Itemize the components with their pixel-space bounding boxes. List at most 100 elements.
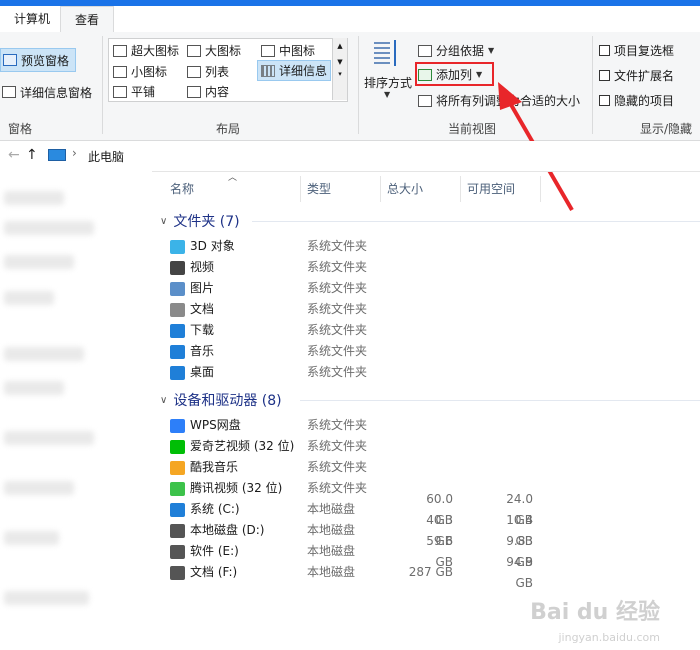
column-header-total-size[interactable]: 总大小: [387, 175, 423, 203]
layout-tiles[interactable]: 平铺: [113, 83, 155, 100]
item-type: 系统文件夹: [307, 323, 368, 337]
item-name-cell: 视频: [170, 257, 307, 278]
details-pane-button[interactable]: 详细信息窗格: [2, 82, 92, 102]
group-by-button[interactable]: 分组依据 ▼: [418, 42, 494, 59]
fit-columns-icon: [418, 94, 432, 107]
layout-gallery-scrollbar[interactable]: ▲ ▼ ▾: [332, 38, 347, 100]
hidden-items-toggle[interactable]: 隐藏的项目: [599, 92, 674, 109]
list-icon: [187, 65, 201, 78]
item-name-cell: 软件 (E:): [170, 541, 307, 562]
item-type: 系统文件夹: [307, 365, 368, 379]
tab-computer[interactable]: 计算机: [0, 6, 64, 32]
item-name-cell: 系统 (C:): [170, 499, 307, 520]
gallery-more-icon[interactable]: ▾: [333, 70, 347, 78]
item-name-cell: 腾讯视频 (32 位): [170, 478, 307, 499]
list-item[interactable]: 文档 系统文件夹: [170, 299, 570, 320]
collapse-chevron-icon[interactable]: ∨: [160, 395, 167, 406]
group-header-title: 文件夹 (7): [173, 214, 240, 230]
show-hide-group-label: 显示/隐藏: [640, 122, 693, 136]
column-header-free-space[interactable]: 可用空间: [467, 175, 515, 203]
iqiyi-icon: [170, 439, 185, 454]
list-item[interactable]: 音乐 系统文件夹: [170, 341, 570, 362]
windows-drive-icon: [170, 502, 185, 517]
item-name: 文档 (F:): [190, 565, 238, 579]
group-separator: [592, 36, 593, 134]
item-type: 系统文件夹: [307, 344, 368, 358]
download-arrow-icon: [170, 323, 185, 338]
item-type: 系统文件夹: [307, 460, 368, 474]
item-name-cell: 本地磁盘 (D:): [170, 520, 307, 541]
group-separator: [358, 36, 359, 134]
list-item[interactable]: 文档 (F:) 本地磁盘 287 GB 94.9 GB: [170, 555, 570, 590]
item-name: 腾讯视频 (32 位): [190, 481, 283, 495]
picture-icon: [170, 281, 185, 296]
document-icon: [170, 302, 185, 317]
column-header-name[interactable]: 名称: [170, 175, 194, 203]
item-name: 图片: [190, 281, 215, 295]
details-pane-label: 详细信息窗格: [20, 85, 93, 100]
list-item[interactable]: 下载 系统文件夹: [170, 320, 570, 341]
layout-content[interactable]: 内容: [187, 83, 229, 100]
list-item[interactable]: 图片 系统文件夹: [170, 278, 570, 299]
list-item[interactable]: WPS网盘 系统文件夹: [170, 415, 570, 436]
group-header-title: 设备和驱动器 (8): [173, 393, 282, 409]
content-icon: [187, 85, 201, 98]
group-header-folders[interactable]: ∨ 文件夹 (7): [160, 211, 240, 231]
cube-icon: [170, 239, 185, 254]
item-name: 爱奇艺视频 (32 位): [190, 439, 295, 453]
item-name: 视频: [190, 260, 215, 274]
item-name-cell: 图片: [170, 278, 307, 299]
layout-extra-large-icons[interactable]: 超大图标: [113, 42, 179, 59]
layout-list[interactable]: 列表: [187, 63, 229, 80]
tab-view[interactable]: 查看: [60, 6, 115, 34]
details-pane-icon: [2, 86, 16, 98]
list-item[interactable]: 爱奇艺视频 (32 位) 系统文件夹: [170, 436, 570, 457]
scroll-up-icon[interactable]: ▲: [333, 42, 347, 50]
item-checkbox-box[interactable]: [599, 45, 610, 56]
item-type: 系统文件夹: [307, 260, 368, 274]
hidden-items-box[interactable]: [599, 95, 610, 106]
item-total-size: 287 GB: [408, 565, 453, 579]
file-extension-box[interactable]: [599, 70, 610, 81]
item-type: 系统文件夹: [307, 439, 368, 453]
small-icons-icon: [113, 65, 127, 78]
layout-details[interactable]: 详细信息: [257, 60, 332, 81]
group-header-devices[interactable]: ∨ 设备和驱动器 (8): [160, 390, 282, 410]
hidden-items-label: 隐藏的项目: [614, 94, 675, 108]
item-name: 3D 对象: [190, 239, 235, 253]
group-separator: [102, 36, 103, 134]
collapse-chevron-icon[interactable]: ∨: [160, 216, 167, 227]
preview-pane-button[interactable]: 预览窗格: [0, 48, 77, 72]
item-name: 下载: [190, 323, 215, 337]
file-extension-toggle[interactable]: 文件扩展名: [599, 67, 674, 84]
group-by-label: 分组依据: [436, 44, 485, 58]
computer-icon: [48, 149, 66, 161]
list-item[interactable]: 视频 系统文件夹: [170, 257, 570, 278]
item-type: 系统文件夹: [307, 481, 368, 495]
film-icon: [170, 260, 185, 275]
list-item[interactable]: 酷我音乐 系统文件夹: [170, 457, 570, 478]
layout-medium-icons[interactable]: 中图标: [261, 42, 315, 59]
scroll-down-icon[interactable]: ▼: [333, 58, 347, 66]
layout-item-label: 小图标: [131, 65, 168, 79]
watermark-logo: Bai du 经验: [530, 600, 660, 625]
layout-large-icons[interactable]: 大图标: [187, 42, 241, 59]
sort-by-button[interactable]: 排序方式: [364, 74, 412, 91]
sort-dropdown-icon[interactable]: ▼: [384, 90, 390, 99]
item-name: 软件 (E:): [190, 544, 239, 558]
details-view-icon: [261, 64, 275, 77]
item-checkbox-label: 项目复选框: [614, 44, 675, 58]
item-name-cell: 桌面: [170, 362, 307, 383]
ribbon-panel: [0, 32, 700, 141]
layout-small-icons[interactable]: 小图标: [113, 63, 167, 80]
item-name-cell: 爱奇艺视频 (32 位): [170, 436, 307, 457]
back-arrow-icon[interactable]: ←: [8, 147, 20, 163]
column-header-type[interactable]: 类型: [307, 175, 331, 203]
item-checkbox-toggle[interactable]: 项目复选框: [599, 42, 674, 59]
breadcrumb-this-pc[interactable]: 此电脑: [88, 148, 124, 165]
list-item[interactable]: 3D 对象 系统文件夹: [170, 236, 570, 257]
breadcrumb-separator-icon: ›: [72, 146, 77, 160]
item-type: 系统文件夹: [307, 239, 368, 253]
up-arrow-icon[interactable]: ↑: [26, 147, 38, 163]
list-item[interactable]: 桌面 系统文件夹: [170, 362, 570, 383]
